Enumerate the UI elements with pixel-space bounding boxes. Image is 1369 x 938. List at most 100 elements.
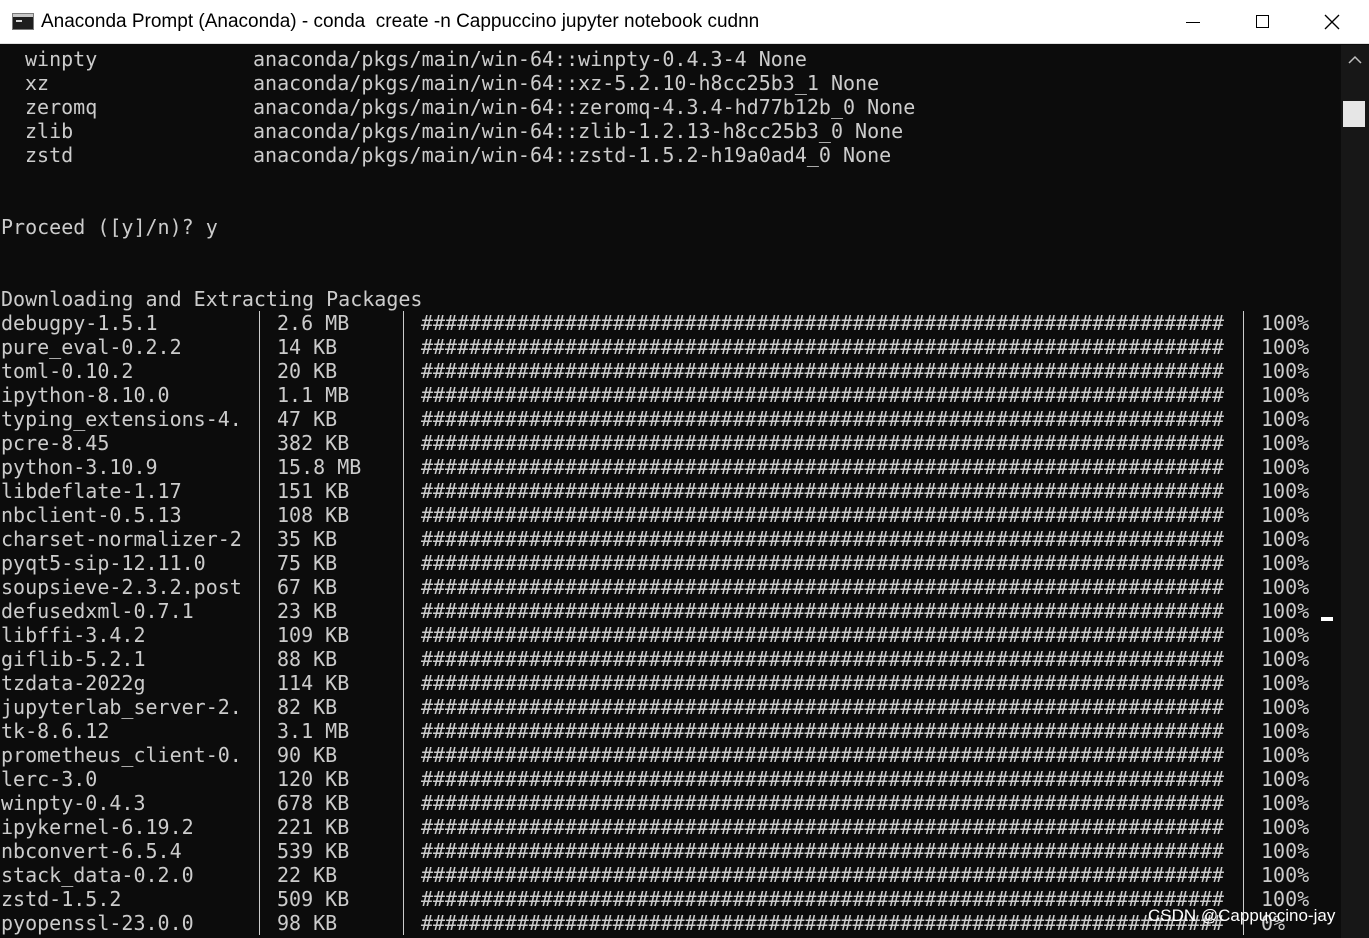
progress-bar: ########################################…	[421, 575, 1224, 599]
column-separator	[1243, 719, 1244, 743]
progress-percent: 100%	[1261, 479, 1310, 503]
close-icon	[1324, 14, 1340, 30]
package-name: pyopenssl-23.0.0	[1, 911, 194, 935]
column-separator	[259, 815, 260, 839]
package-name: libdeflate-1.17	[1, 479, 182, 503]
progress-percent: 100%	[1261, 863, 1310, 887]
package-size: 22 KB	[277, 863, 338, 887]
progress-percent: 100%	[1261, 623, 1310, 647]
package-size: 35 KB	[277, 527, 338, 551]
vertical-scrollbar[interactable]	[1341, 45, 1369, 938]
link-line: zlib anaconda/pkgs/main/win-64::zlib-1.2…	[1, 119, 903, 143]
column-separator	[403, 743, 404, 767]
minimize-button[interactable]	[1158, 0, 1228, 44]
package-name: ipython-8.10.0	[1, 383, 170, 407]
package-name: stack_data-0.2.0	[1, 863, 194, 887]
package-name: typing_extensions-4.	[1, 407, 242, 431]
package-name: python-3.10.9	[1, 455, 158, 479]
column-separator	[259, 839, 260, 863]
package-name: lerc-3.0	[1, 767, 98, 791]
column-separator	[259, 455, 260, 479]
column-separator	[1243, 671, 1244, 695]
progress-bar: ########################################…	[421, 599, 1224, 623]
column-separator	[403, 599, 404, 623]
package-name: nbconvert-6.5.4	[1, 839, 182, 863]
progress-percent: 100%	[1261, 575, 1310, 599]
column-separator	[1243, 815, 1244, 839]
download-header: Downloading and Extracting Packages	[1, 287, 423, 311]
console-app-icon[interactable]	[12, 13, 34, 30]
package-name: charset-normalizer-2	[1, 527, 242, 551]
title-bar[interactable]: Anaconda Prompt (Anaconda) - conda creat…	[0, 0, 1369, 44]
column-separator	[259, 503, 260, 527]
column-separator	[403, 479, 404, 503]
column-separator	[403, 503, 404, 527]
progress-percent: 100%	[1261, 527, 1310, 551]
progress-bar: ########################################…	[421, 359, 1224, 383]
package-size: 75 KB	[277, 551, 338, 575]
link-package-name: zlib	[25, 119, 74, 143]
column-separator	[259, 479, 260, 503]
column-separator	[259, 719, 260, 743]
package-size: 23 KB	[277, 599, 338, 623]
package-size: 2.6 MB	[277, 311, 350, 335]
column-separator	[259, 767, 260, 791]
progress-bar: ########################################…	[421, 863, 1224, 887]
package-size: 151 KB	[277, 479, 350, 503]
column-separator	[403, 455, 404, 479]
package-size: 108 KB	[277, 503, 350, 527]
progress-percent: 100%	[1261, 671, 1310, 695]
progress-bar: ########################################…	[421, 887, 1224, 911]
package-size: 20 KB	[277, 359, 338, 383]
package-name: zstd-1.5.2	[1, 887, 122, 911]
package-size: 382 KB	[277, 431, 350, 455]
progress-bar: ########################################…	[421, 695, 1224, 719]
column-separator	[1243, 743, 1244, 767]
progress-bar: ########################################…	[421, 383, 1224, 407]
minimize-icon	[1186, 22, 1200, 23]
progress-percent: 100%	[1261, 647, 1310, 671]
column-separator	[403, 863, 404, 887]
package-size: 82 KB	[277, 695, 338, 719]
column-separator	[403, 671, 404, 695]
progress-percent: 100%	[1261, 431, 1310, 455]
progress-bar: ########################################…	[421, 911, 1224, 935]
column-separator	[1243, 479, 1244, 503]
progress-bar: ########################################…	[421, 431, 1224, 455]
column-separator	[403, 791, 404, 815]
proceed-prompt: Proceed ([y]/n)? y	[1, 215, 218, 239]
column-separator	[259, 407, 260, 431]
close-button[interactable]	[1298, 0, 1368, 44]
progress-bar: ########################################…	[421, 767, 1224, 791]
column-separator	[259, 911, 260, 935]
column-separator	[403, 647, 404, 671]
column-separator	[259, 335, 260, 359]
progress-bar: ########################################…	[421, 335, 1224, 359]
column-separator	[403, 575, 404, 599]
package-name: defusedxml-0.7.1	[1, 599, 194, 623]
column-separator	[403, 695, 404, 719]
package-name: pure_eval-0.2.2	[1, 335, 182, 359]
column-separator	[259, 623, 260, 647]
progress-percent: 100%	[1261, 311, 1310, 335]
progress-percent: 100%	[1261, 503, 1310, 527]
package-name: ipykernel-6.19.2	[1, 815, 194, 839]
column-separator	[259, 671, 260, 695]
link-package-source: anaconda/pkgs/main/win-64::winpty-0.4.3-…	[253, 47, 807, 71]
column-separator	[1243, 839, 1244, 863]
console-output[interactable]: winpty anaconda/pkgs/main/win-64::winpty…	[0, 45, 1341, 938]
package-size: 98 KB	[277, 911, 338, 935]
scrollbar-thumb[interactable]	[1343, 101, 1365, 127]
scroll-up-arrow-icon[interactable]	[1341, 45, 1369, 73]
package-name: jupyterlab_server-2.	[1, 695, 242, 719]
column-separator	[403, 383, 404, 407]
progress-bar: ########################################…	[421, 671, 1224, 695]
progress-percent: 100%	[1261, 359, 1310, 383]
progress-bar: ########################################…	[421, 647, 1224, 671]
progress-bar: ########################################…	[421, 311, 1224, 335]
column-separator	[259, 887, 260, 911]
progress-bar: ########################################…	[421, 719, 1224, 743]
link-package-name: winpty	[25, 47, 98, 71]
column-separator	[259, 647, 260, 671]
maximize-button[interactable]	[1228, 0, 1298, 44]
